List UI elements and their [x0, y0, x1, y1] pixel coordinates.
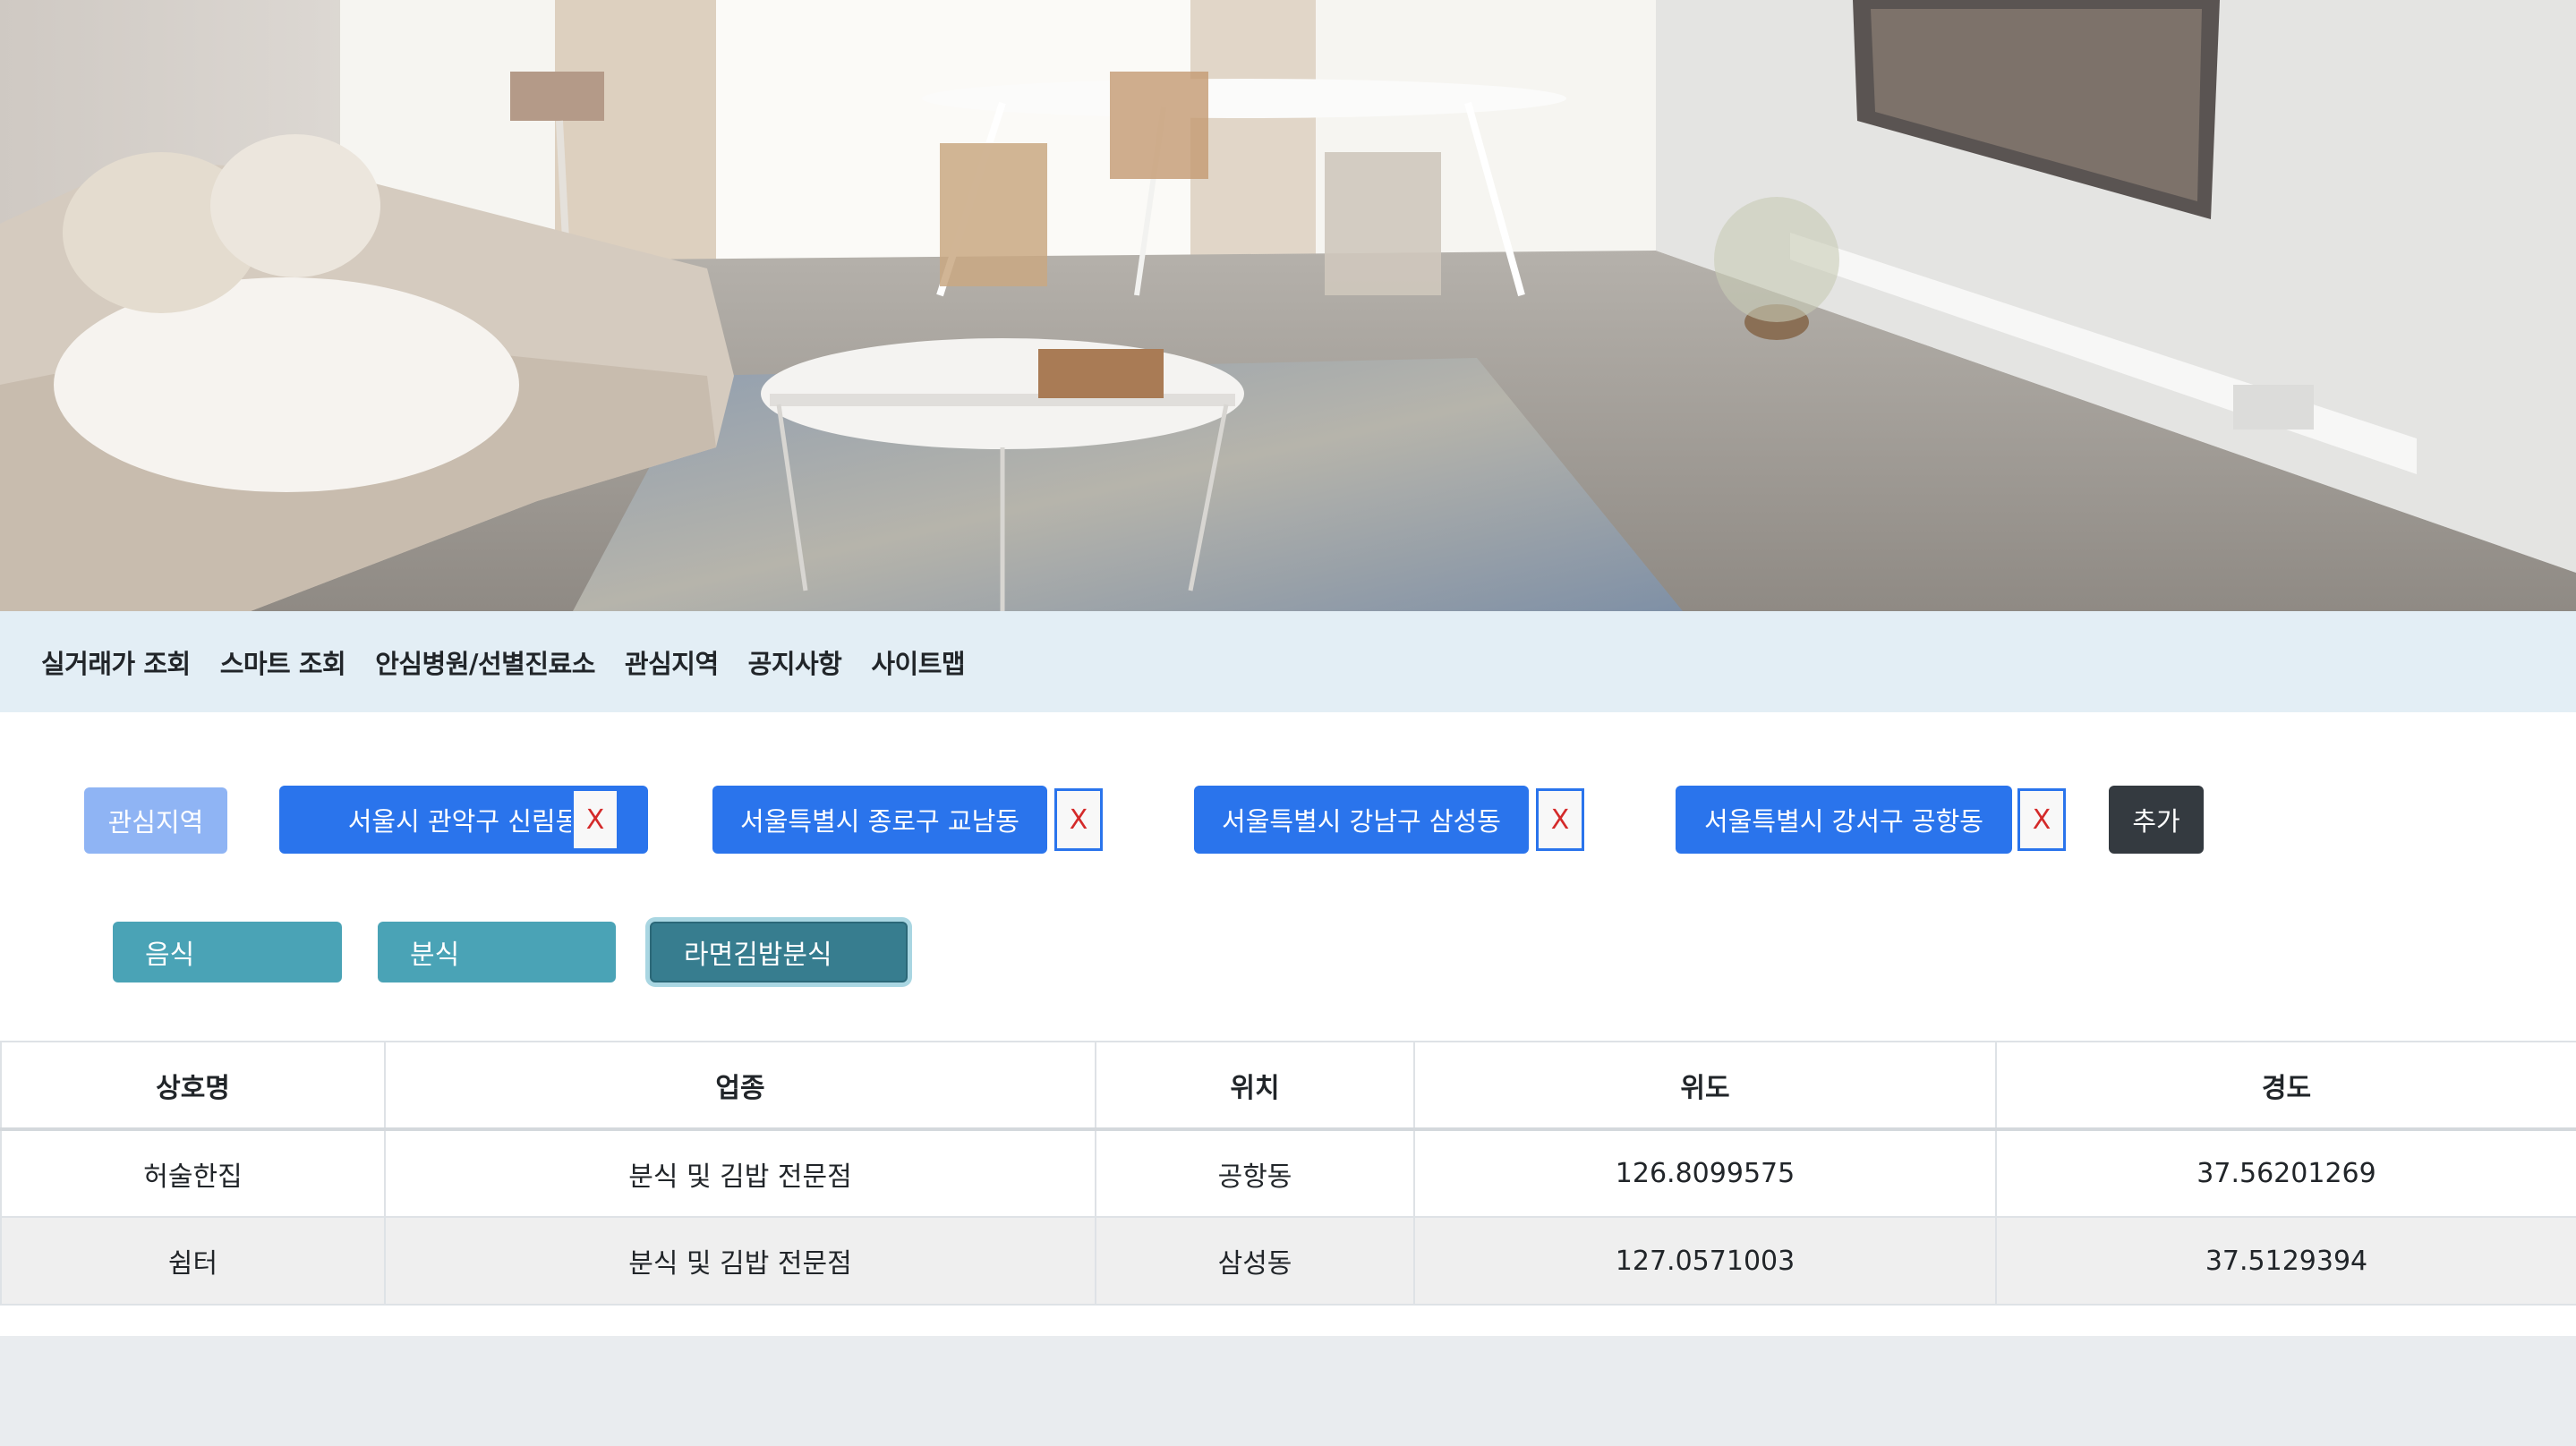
store-table: 상호명 업종 위치 위도 경도 허술한집 분식 및 김밥 전문점 공항동 126… [0, 1041, 2576, 1306]
table-row[interactable]: 허술한집 분식 및 김밥 전문점 공항동 126.8099575 37.5620… [0, 1128, 2576, 1218]
cell-store-name: 쉼터 [0, 1216, 386, 1306]
header-location: 위치 [1095, 1041, 1415, 1131]
cell-location: 삼성동 [1095, 1216, 1415, 1306]
remove-region-button-3[interactable]: X [1536, 788, 1584, 851]
nav-item-smart-search[interactable]: 스마트 조회 [220, 643, 346, 681]
cell-store-name: 허술한집 [0, 1128, 386, 1218]
hero-image [0, 0, 2576, 611]
region-button-4[interactable]: 서울특별시 강서구 공항동 [1676, 786, 2012, 854]
cell-business-type: 분식 및 김밥 전문점 [384, 1216, 1096, 1306]
header-latitude: 위도 [1413, 1041, 1997, 1131]
category-snack[interactable]: 분식 [378, 922, 616, 982]
cell-longitude: 37.56201269 [1995, 1128, 2576, 1218]
cell-longitude: 37.5129394 [1995, 1216, 2576, 1306]
remove-region-button-4[interactable]: X [2017, 788, 2066, 851]
table-header-row: 상호명 업종 위치 위도 경도 [0, 1041, 2576, 1131]
category-food[interactable]: 음식 [113, 922, 342, 982]
remove-region-button-2[interactable]: X [1054, 788, 1103, 851]
footer [0, 1336, 2576, 1446]
header-longitude: 경도 [1995, 1041, 2576, 1131]
add-region-button[interactable]: 추가 [2109, 786, 2204, 854]
nav-item-notices[interactable]: 공지사항 [748, 643, 842, 681]
nav-item-sitemap[interactable]: 사이트맵 [871, 643, 965, 681]
region-button-3[interactable]: 서울특별시 강남구 삼성동 [1194, 786, 1529, 854]
header-business-type: 업종 [384, 1041, 1096, 1131]
interest-region-bar: 관심지역 서울시 관악구 신림동 X 서울특별시 종로구 교남동 X 서울특별시… [84, 786, 2572, 857]
nav-item-interest-area[interactable]: 관심지역 [625, 643, 719, 681]
interest-region-label: 관심지역 [84, 787, 227, 854]
table-row[interactable]: 쉼터 분식 및 김밥 전문점 삼성동 127.0571003 37.512939… [0, 1216, 2576, 1306]
cell-latitude: 127.0571003 [1413, 1216, 1997, 1306]
cell-latitude: 126.8099575 [1413, 1128, 1997, 1218]
header-store-name: 상호명 [0, 1041, 386, 1131]
living-room-illustration [0, 0, 2576, 611]
cell-business-type: 분식 및 김밥 전문점 [384, 1128, 1096, 1218]
nav-item-real-price[interactable]: 실거래가 조회 [41, 643, 191, 681]
remove-region-button-1[interactable]: X [571, 788, 619, 851]
category-ramen-gimbap[interactable]: 라면김밥분식 [650, 922, 908, 982]
nav-item-hospitals[interactable]: 안심병원/선별진료소 [375, 643, 595, 681]
region-button-2[interactable]: 서울특별시 종로구 교남동 [712, 786, 1047, 854]
cell-location: 공항동 [1095, 1128, 1415, 1218]
main-navbar: 실거래가 조회 스마트 조회 안심병원/선별진료소 관심지역 공지사항 사이트맵 [0, 611, 2576, 712]
